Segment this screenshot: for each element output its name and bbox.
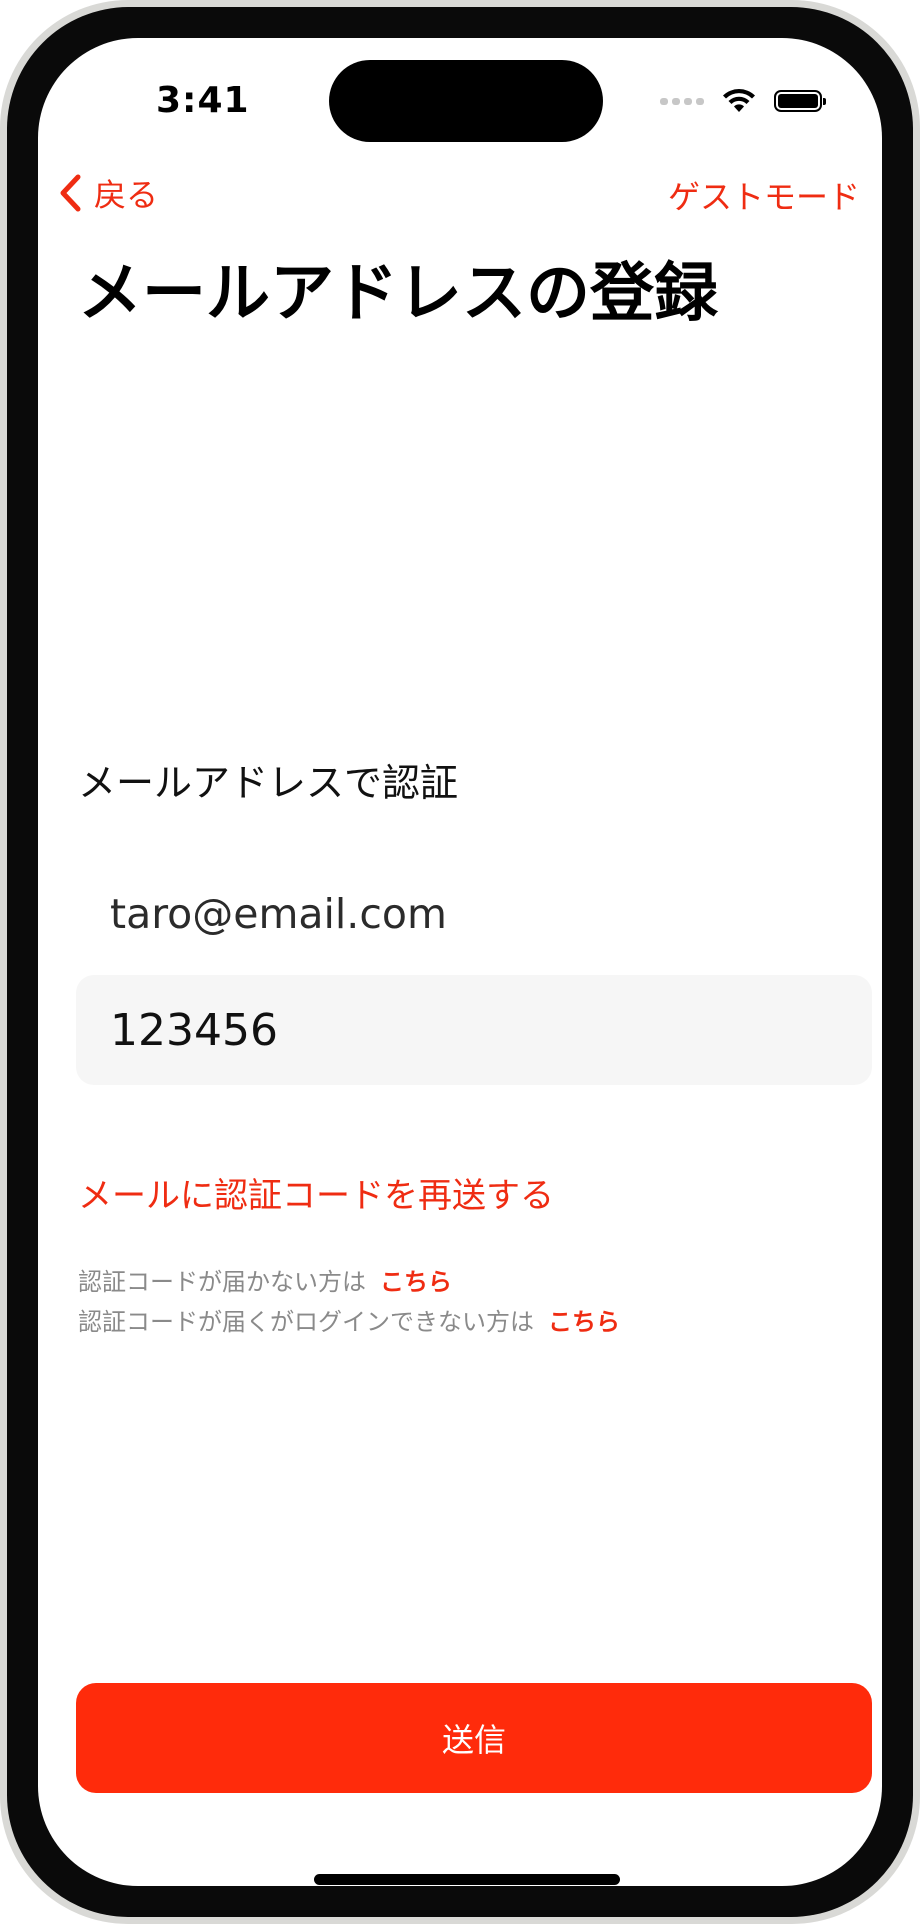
guest-mode-button[interactable]: ゲストモード [668,172,860,218]
chevron-left-icon [60,174,81,212]
device-frame: 3:41 戻る ゲストモード メールアドレスの登録 メールアドレスで認証 tar… [0,0,920,1924]
help-line-not-received: 認証コードが届かない方は こちら [78,1262,452,1297]
help-link-cannot-login[interactable]: こちら [548,1308,620,1336]
battery-icon [774,90,826,112]
section-label: メールアドレスで認証 [78,761,459,805]
signal-icon [660,97,704,105]
back-label: 戻る [94,176,159,214]
status-time: 3:41 [156,80,250,121]
page-title: メールアドレスの登録 [78,257,718,331]
screen: 3:41 戻る ゲストモード メールアドレスの登録 メールアドレスで認証 tar… [38,38,882,1886]
status-icons [660,88,826,114]
help-text: 認証コードが届かない方は [78,1268,366,1296]
wifi-icon [723,89,755,112]
home-indicator [314,1874,620,1885]
help-text: 認証コードが届くがログインできない方は [78,1308,534,1336]
resend-code-link[interactable]: メールに認証コードを再送する [78,1168,554,1217]
help-line-cannot-login: 認証コードが届くがログインできない方は こちら [78,1302,620,1337]
help-link-not-received[interactable]: こちら [380,1268,452,1296]
back-button[interactable]: 戻る [58,170,158,216]
verification-code-input[interactable] [76,975,872,1085]
dynamic-island [329,60,603,142]
submit-button[interactable]: 送信 [76,1683,872,1793]
email-value: taro@email.com [110,890,447,938]
device-bezel: 3:41 戻る ゲストモード メールアドレスの登録 メールアドレスで認証 tar… [7,7,913,1917]
